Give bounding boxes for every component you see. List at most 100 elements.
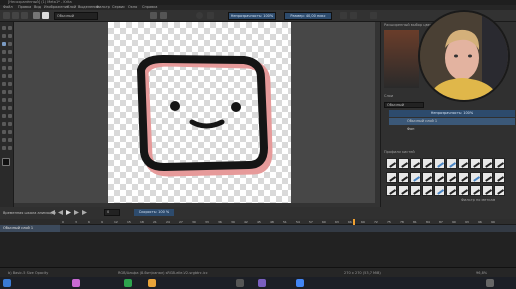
pan-tool-icon[interactable] — [8, 146, 12, 150]
foreground-color-swatch[interactable] — [2, 158, 10, 166]
move-tool-icon[interactable] — [8, 82, 12, 86]
discord-taskbar-icon[interactable] — [258, 279, 266, 287]
transform-tool-icon[interactable] — [2, 82, 6, 86]
brush-preset[interactable] — [446, 185, 457, 197]
fill-tool-icon[interactable] — [2, 106, 6, 110]
dynamic-brush-icon[interactable] — [2, 74, 6, 78]
layer-opacity-slider[interactable]: Непрозрачность: 100% — [389, 110, 515, 117]
contiguous-select-icon[interactable] — [2, 138, 6, 142]
erase-mode-icon[interactable] — [196, 12, 203, 19]
redo-icon[interactable] — [160, 12, 167, 19]
brush-preset[interactable] — [410, 185, 421, 197]
brush-preset[interactable] — [482, 185, 493, 197]
brush-preset[interactable] — [494, 158, 505, 169]
obs-taskbar-icon[interactable] — [236, 279, 244, 287]
brush-preset[interactable] — [470, 171, 481, 183]
brush-preset[interactable] — [434, 185, 445, 197]
brush-preset[interactable] — [410, 171, 421, 183]
brush-preset[interactable] — [422, 158, 433, 169]
calligraphy-icon[interactable] — [8, 34, 12, 38]
drawing-canvas[interactable] — [108, 22, 291, 207]
measure-tool-icon[interactable] — [8, 114, 12, 118]
gradient-tool-icon[interactable] — [8, 90, 12, 94]
brush-preset[interactable] — [386, 158, 397, 169]
rect-select-icon[interactable] — [2, 122, 6, 126]
text-tool-icon[interactable] — [8, 26, 12, 30]
brush-preset[interactable] — [494, 171, 505, 183]
brush-preset[interactable] — [398, 171, 409, 183]
mirror-vertical-icon[interactable] — [350, 12, 357, 19]
brush-preset[interactable] — [482, 158, 493, 169]
brush-preset[interactable] — [422, 185, 433, 197]
timeline-layer-label[interactable]: Обычный слой 1 — [0, 225, 60, 232]
browser-taskbar-icon[interactable] — [296, 279, 304, 287]
rectangle-tool-icon[interactable] — [2, 50, 6, 54]
freehand-select-icon[interactable] — [8, 130, 12, 134]
multibrush-icon[interactable] — [8, 74, 12, 78]
alpha-lock-icon[interactable] — [207, 12, 214, 19]
brush-preset[interactable] — [446, 158, 457, 169]
brush-preset[interactable] — [434, 158, 445, 169]
ellipse-tool-icon[interactable] — [8, 50, 12, 54]
brush-preset[interactable] — [482, 171, 493, 183]
crop-tool-icon[interactable] — [2, 90, 6, 94]
select-shapes-icon[interactable] — [2, 26, 6, 30]
polyline-tool-icon[interactable] — [8, 58, 12, 62]
brush-preset[interactable] — [470, 185, 481, 197]
zoom-tool-icon[interactable] — [2, 146, 6, 150]
ellipse-select-icon[interactable] — [8, 122, 12, 126]
explorer-taskbar-icon[interactable] — [148, 279, 156, 287]
brush-preset[interactable] — [458, 185, 469, 197]
workspace-icon[interactable] — [370, 12, 377, 19]
new-document-icon[interactable] — [3, 12, 10, 19]
brush-preset[interactable] — [458, 158, 469, 169]
brush-preset[interactable] — [422, 171, 433, 183]
playback-speed-slider[interactable]: Скорость: 100 % — [134, 209, 174, 216]
gradient-icon[interactable] — [33, 12, 40, 19]
open-document-icon[interactable] — [12, 12, 19, 19]
bezier-tool-icon[interactable] — [2, 66, 6, 70]
krita-taskbar-icon[interactable] — [72, 279, 80, 287]
colorize-mask-icon[interactable] — [8, 98, 12, 102]
polygon-tool-icon[interactable] — [2, 58, 6, 62]
undo-icon[interactable] — [150, 12, 157, 19]
brush-preset[interactable] — [434, 171, 445, 183]
frame-number-field[interactable]: 0 — [104, 209, 120, 216]
layer-row[interactable]: Обычный слой 1 — [389, 118, 515, 125]
app-taskbar-icon[interactable] — [124, 279, 132, 287]
mirror-horizontal-icon[interactable] — [340, 12, 347, 19]
brush-preset[interactable] — [494, 185, 505, 197]
brush-size-slider[interactable]: Размер: 40,00 пикс — [284, 12, 332, 20]
brush-preset[interactable] — [410, 158, 421, 169]
smart-patch-icon[interactable] — [8, 106, 12, 110]
next-frame-icon[interactable] — [74, 210, 79, 215]
layer-row[interactable]: Фон — [389, 126, 515, 133]
system-tray-icon[interactable] — [486, 279, 494, 287]
brush-preset[interactable] — [398, 158, 409, 169]
brush-tag-filter[interactable]: Фильтр по меткам — [461, 198, 495, 202]
brush-preset[interactable] — [386, 185, 397, 197]
freehand-path-icon[interactable] — [8, 66, 12, 70]
previous-frame-icon[interactable] — [58, 210, 63, 215]
pattern-icon[interactable] — [42, 12, 49, 19]
opacity-slider[interactable]: Непрозрачность: 100% — [228, 12, 276, 20]
brush-preset[interactable] — [470, 158, 481, 169]
assistant-tool-icon[interactable] — [2, 114, 6, 118]
timeline-layer-track[interactable] — [60, 225, 516, 232]
line-tool-icon[interactable] — [8, 42, 12, 46]
color-selector[interactable] — [384, 30, 419, 88]
windows-start-icon[interactable] — [3, 279, 11, 287]
blend-mode-select[interactable]: Обычный — [384, 102, 424, 108]
brush-preset[interactable] — [386, 171, 397, 183]
brush-preset-selector[interactable]: Обычный — [54, 12, 98, 20]
color-picker-icon[interactable] — [2, 98, 6, 102]
brush-tool-icon[interactable] — [2, 42, 6, 46]
save-document-icon[interactable] — [21, 12, 28, 19]
similar-select-icon[interactable] — [8, 138, 12, 142]
last-frame-icon[interactable] — [82, 210, 87, 215]
play-icon[interactable] — [66, 210, 71, 215]
brush-preset[interactable] — [398, 185, 409, 197]
brush-preset[interactable] — [446, 171, 457, 183]
brush-preset[interactable] — [458, 171, 469, 183]
polygon-select-icon[interactable] — [2, 130, 6, 134]
